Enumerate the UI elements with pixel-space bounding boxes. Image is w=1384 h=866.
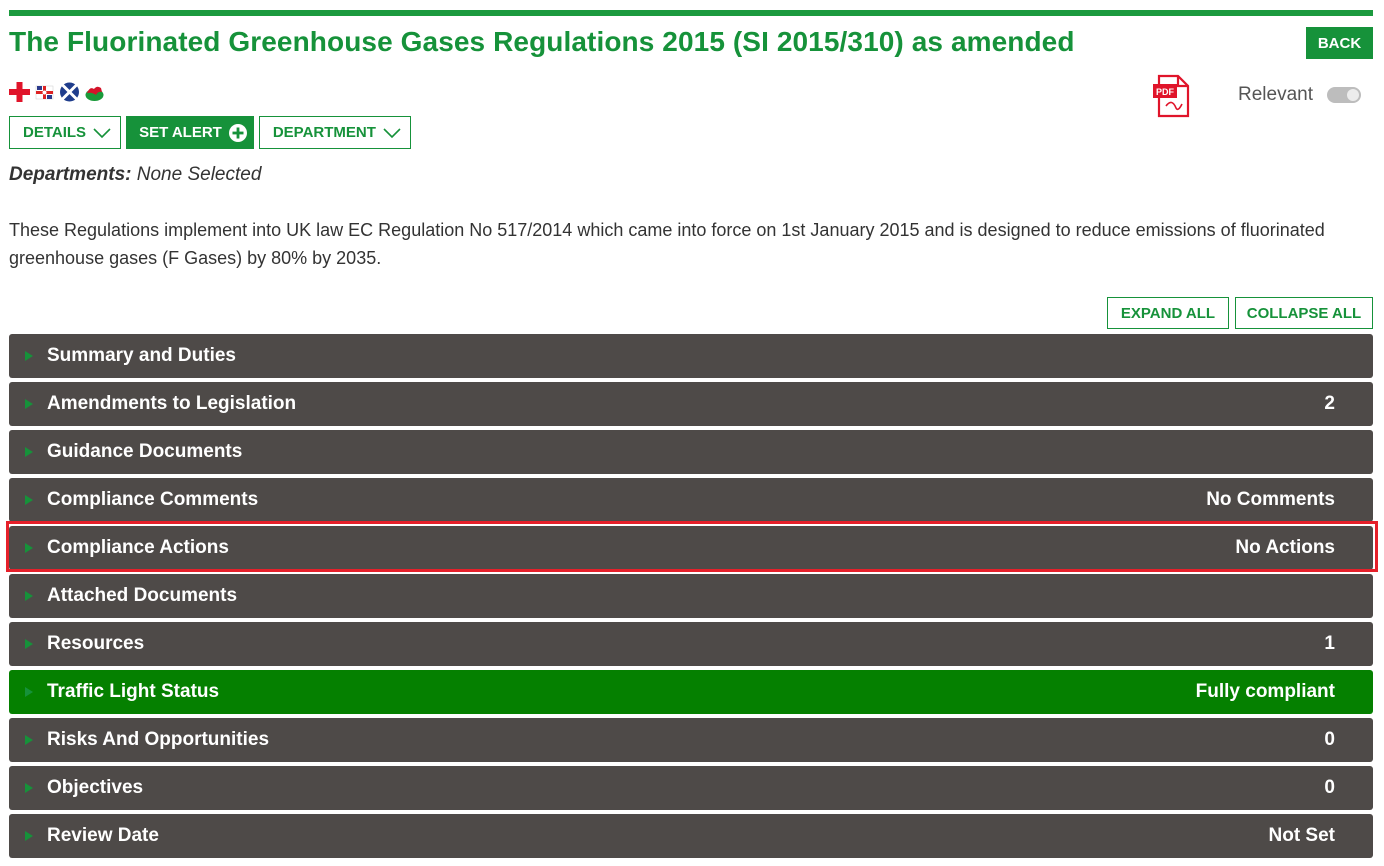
chevron-down-icon bbox=[93, 127, 111, 138]
section-attached-documents[interactable]: Attached Documents bbox=[9, 574, 1373, 618]
header-accent-bar bbox=[9, 10, 1373, 16]
expand-triangle-icon bbox=[25, 399, 33, 409]
back-button[interactable]: BACK bbox=[1306, 27, 1373, 59]
section-value: 1 bbox=[1324, 633, 1335, 654]
section-compliance-comments[interactable]: Compliance Comments No Comments bbox=[9, 478, 1373, 522]
section-amendments-to-legislation[interactable]: Amendments to Legislation 2 bbox=[9, 382, 1373, 426]
section-value: No Comments bbox=[1206, 489, 1335, 510]
relevant-toggle[interactable] bbox=[1327, 87, 1361, 103]
section-label: Compliance Comments bbox=[47, 489, 259, 510]
section-label: Risks And Opportunities bbox=[47, 729, 270, 750]
section-label: Summary and Duties bbox=[47, 345, 236, 366]
expand-triangle-icon bbox=[25, 495, 33, 505]
departments-value: None Selected bbox=[136, 164, 262, 185]
departments-line: Departments: None Selected bbox=[9, 164, 261, 186]
section-summary-and-duties[interactable]: Summary and Duties bbox=[9, 334, 1373, 378]
northern-ireland-flag-icon bbox=[35, 85, 54, 100]
section-label: Compliance Actions bbox=[47, 537, 229, 558]
section-resources[interactable]: Resources 1 bbox=[9, 622, 1373, 666]
section-label: Amendments to Legislation bbox=[47, 393, 297, 414]
expand-triangle-icon bbox=[25, 783, 33, 793]
legislation-description: These Regulations implement into UK law … bbox=[9, 220, 1325, 268]
section-objectives[interactable]: Objectives 0 bbox=[9, 766, 1373, 810]
wales-flag-icon bbox=[85, 86, 104, 101]
accordion-sections: Summary and Duties Amendments to Legisla… bbox=[9, 334, 1373, 862]
section-value: 0 bbox=[1324, 729, 1335, 750]
section-label: Review Date bbox=[47, 825, 159, 846]
relevant-label: Relevant bbox=[1238, 84, 1313, 105]
department-dropdown-button[interactable]: DEPARTMENT bbox=[258, 116, 411, 149]
section-label: Attached Documents bbox=[47, 585, 238, 606]
expand-triangle-icon bbox=[25, 687, 33, 697]
legislation-toolbar: DETAILS SET ALERT DEPARTMENT bbox=[9, 116, 411, 149]
set-alert-button[interactable]: SET ALERT bbox=[126, 116, 254, 149]
section-label: Objectives bbox=[47, 777, 144, 798]
expand-triangle-icon bbox=[25, 543, 33, 553]
expand-all-button[interactable]: EXPAND ALL bbox=[1107, 297, 1229, 329]
expand-triangle-icon bbox=[25, 735, 33, 745]
toggle-knob bbox=[1347, 89, 1359, 101]
collapse-all-button[interactable]: COLLAPSE ALL bbox=[1235, 297, 1373, 329]
expand-triangle-icon bbox=[25, 591, 33, 601]
section-label: Traffic Light Status bbox=[47, 681, 220, 702]
england-flag-icon bbox=[9, 82, 30, 102]
page-title: The Fluorinated Greenhouse Gases Regulat… bbox=[9, 26, 1075, 57]
section-review-date[interactable]: Review Date Not Set bbox=[9, 814, 1373, 858]
section-traffic-light-status[interactable]: Traffic Light Status Fully compliant bbox=[9, 670, 1373, 714]
expand-triangle-icon bbox=[25, 351, 33, 361]
expand-triangle-icon bbox=[25, 831, 33, 841]
scotland-flag-icon bbox=[60, 82, 79, 102]
section-label: Resources bbox=[47, 633, 145, 654]
section-compliance-actions[interactable]: Compliance Actions No Actions bbox=[9, 526, 1373, 570]
details-label: DETAILS bbox=[23, 124, 87, 141]
expand-triangle-icon bbox=[25, 639, 33, 649]
section-value: Fully compliant bbox=[1195, 681, 1335, 702]
jurisdiction-flags bbox=[9, 82, 105, 102]
section-value: Not Set bbox=[1268, 825, 1336, 846]
set-alert-label: SET ALERT bbox=[139, 124, 222, 141]
svg-text:PDF: PDF bbox=[1156, 87, 1175, 97]
plus-circle-icon bbox=[228, 123, 247, 142]
department-label: DEPARTMENT bbox=[272, 124, 376, 141]
section-risks-and-opportunities[interactable]: Risks And Opportunities 0 bbox=[9, 718, 1373, 762]
expand-triangle-icon bbox=[25, 447, 33, 457]
departments-label: Departments: bbox=[9, 164, 132, 185]
chevron-down-icon bbox=[383, 127, 401, 138]
section-value: 0 bbox=[1324, 777, 1335, 798]
pdf-download-icon[interactable]: PDF bbox=[1152, 74, 1190, 118]
section-value: 2 bbox=[1324, 393, 1335, 414]
details-dropdown-button[interactable]: DETAILS bbox=[9, 116, 122, 149]
section-value: No Actions bbox=[1235, 537, 1335, 558]
section-label: Guidance Documents bbox=[47, 441, 243, 462]
section-guidance-documents[interactable]: Guidance Documents bbox=[9, 430, 1373, 474]
